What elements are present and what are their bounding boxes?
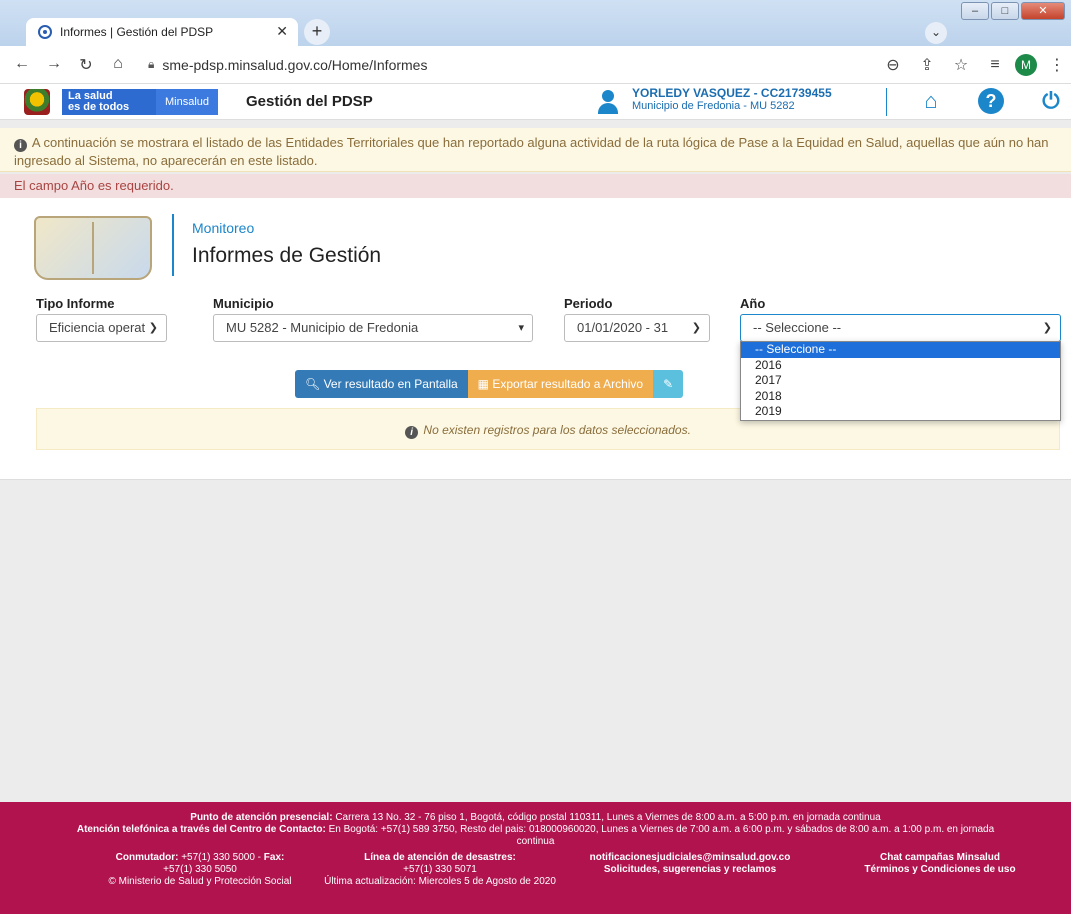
- main-panel: Monitoreo Informes de Gestión Tipo Infor…: [0, 198, 1071, 480]
- info-icon: i: [405, 426, 419, 439]
- table-icon: ▦: [477, 377, 490, 391]
- info-icon: i: [14, 139, 27, 152]
- solicitudes-link[interactable]: Solicitudes, sugerencias y reclamos: [560, 864, 820, 876]
- site-title: Gestión del PDSP: [246, 93, 373, 110]
- power-logout-icon[interactable]: ⏻: [1038, 88, 1064, 114]
- minimize-icon[interactable]: –: [961, 2, 989, 20]
- footer-col-conmutador: Conmutador: +57(1) 330 5000 - Fax: +57(1…: [108, 852, 292, 887]
- chevron-down-icon: ❯: [1042, 322, 1052, 334]
- user-info: YORLEDY VASQUEZ - CC21739455 Municipio d…: [632, 86, 832, 112]
- tipo-informe-select[interactable]: Eficiencia operat ❯: [36, 314, 167, 342]
- anio-option[interactable]: 2016: [741, 358, 1060, 374]
- new-tab-icon[interactable]: +: [304, 19, 330, 45]
- anio-dropdown-list: -- Seleccione -- 2016 2017 2018 2019: [740, 341, 1061, 421]
- anio-label: Año: [740, 296, 766, 311]
- footer-phone: Atención telefónica a través del Centro …: [76, 824, 995, 847]
- periodo-value: 01/01/2020 - 31: [577, 320, 669, 335]
- page-title: Informes de Gestión: [192, 244, 382, 267]
- exportar-resultado-label: Exportar resultado a Archivo: [492, 377, 644, 391]
- close-tab-icon[interactable]: ✕: [276, 23, 288, 40]
- la-salud-logo: La salud es de todos: [62, 88, 156, 115]
- browser-tab[interactable]: Informes | Gestión del PDSP ✕: [26, 18, 298, 46]
- footer-col-chat: Chat campañas Minsalud Términos y Condic…: [820, 852, 1060, 888]
- info-alert-text: A continuación se mostrara el listado de…: [14, 135, 1049, 168]
- home-nav-icon[interactable]: ⌂: [918, 88, 944, 114]
- info-alert: i A continuación se mostrara el listado …: [0, 128, 1071, 172]
- footer-address: Punto de atención presencial: Carrera 13…: [190, 812, 881, 823]
- back-icon[interactable]: ←: [8, 55, 36, 75]
- no-results-text: No existen registros para los datos sele…: [423, 423, 691, 437]
- tipo-informe-label: Tipo Informe: [36, 296, 115, 311]
- exportar-resultado-button[interactable]: ▦ Exportar resultado a Archivo: [467, 370, 654, 398]
- help-icon[interactable]: ?: [978, 88, 1004, 114]
- title-divider: [172, 214, 174, 276]
- site-header: La salud es de todos Minsalud Gestión de…: [0, 84, 1071, 120]
- colombia-crest-icon: [24, 88, 50, 115]
- minsalud-logo: Minsalud: [156, 88, 218, 115]
- chat-link[interactable]: Chat campañas Minsalud: [820, 852, 1060, 864]
- address-bar[interactable]: 🔒︎ sme-pdsp.minsalud.gov.co/Home/Informe…: [142, 50, 879, 79]
- tab-title: Informes | Gestión del PDSP: [60, 25, 214, 39]
- logo-line2: es de todos: [68, 100, 130, 113]
- lock-icon: 🔒︎: [148, 57, 155, 71]
- ver-resultado-button[interactable]: 🔍︎ Ver resultado en Pantalla: [295, 370, 468, 398]
- anio-option[interactable]: -- Seleccione --: [741, 342, 1060, 358]
- site-footer: Punto de atención presencial: Carrera 13…: [0, 802, 1071, 914]
- reload-icon[interactable]: ↻: [72, 55, 100, 75]
- logo-line1: La salud: [68, 89, 113, 102]
- municipio-value: MU 5282 - Municipio de Fredonia: [226, 320, 419, 335]
- browser-titlebar: Informes | Gestión del PDSP ✕ + ⌄ – □ ✕: [0, 0, 1071, 46]
- maximize-icon[interactable]: □: [991, 2, 1019, 20]
- caret-down-icon: ▾: [518, 322, 524, 334]
- search-icon: 🔍︎: [305, 377, 321, 391]
- chevron-down-icon: ❯: [148, 322, 158, 334]
- anio-select[interactable]: -- Seleccione -- ❯: [740, 314, 1061, 342]
- municipio-select[interactable]: MU 5282 - Municipio de Fredonia ▾: [213, 314, 533, 342]
- periodo-select[interactable]: 01/01/2020 - 31 ❯: [564, 314, 710, 342]
- ver-resultado-label: Ver resultado en Pantalla: [323, 377, 458, 391]
- footer-col-links: notificacionesjudiciales@minsalud.gov.co…: [560, 852, 820, 888]
- url-text: sme-pdsp.minsalud.gov.co/Home/Informes: [162, 56, 428, 73]
- window-controls: – □ ✕: [961, 2, 1065, 20]
- site-favicon-icon: [38, 25, 52, 39]
- footer-col-desastres: Línea de atención de desastres: +57(1) 3…: [324, 852, 556, 887]
- terminos-link[interactable]: Términos y Condiciones de uso: [820, 864, 1060, 876]
- book-illustration-icon: [34, 216, 152, 280]
- edit-button[interactable]: ✎: [653, 370, 684, 398]
- tab-search-icon[interactable]: ⌄: [925, 22, 947, 44]
- menu-kebab-icon[interactable]: ⋮: [1043, 55, 1071, 75]
- user-municipio: Municipio de Fredonia - MU 5282: [632, 100, 795, 112]
- municipio-label: Municipio: [213, 296, 274, 311]
- home-icon[interactable]: ⌂: [104, 55, 132, 75]
- periodo-label: Periodo: [564, 296, 613, 311]
- user-name: YORLEDY VASQUEZ - CC21739455: [632, 86, 832, 100]
- edit-icon: ✎: [663, 377, 674, 391]
- close-window-icon[interactable]: ✕: [1021, 2, 1065, 20]
- forward-icon[interactable]: →: [40, 55, 68, 75]
- share-icon[interactable]: ⇪: [913, 55, 941, 75]
- breadcrumb[interactable]: Monitoreo: [192, 220, 254, 236]
- tipo-informe-value: Eficiencia operat: [49, 320, 146, 335]
- profile-avatar[interactable]: M: [1015, 53, 1037, 76]
- header-divider: [886, 88, 887, 116]
- anio-option[interactable]: 2017: [741, 373, 1060, 389]
- anio-option[interactable]: 2018: [741, 389, 1060, 405]
- chevron-down-icon: ❯: [691, 322, 701, 334]
- zoom-icon[interactable]: ⊖: [879, 55, 907, 75]
- error-alert: El campo Año es requerido.: [0, 174, 1071, 198]
- user-icon: [596, 90, 620, 114]
- anio-option[interactable]: 2019: [741, 404, 1060, 420]
- email-link[interactable]: notificacionesjudiciales@minsalud.gov.co: [560, 852, 820, 864]
- browser-toolbar: ← → ↻ ⌂ 🔒︎ sme-pdsp.minsalud.gov.co/Home…: [0, 46, 1071, 84]
- bookmark-star-icon[interactable]: ☆: [947, 55, 975, 75]
- anio-value: -- Seleccione --: [753, 320, 842, 335]
- reading-list-icon[interactable]: ≡: [981, 56, 1009, 74]
